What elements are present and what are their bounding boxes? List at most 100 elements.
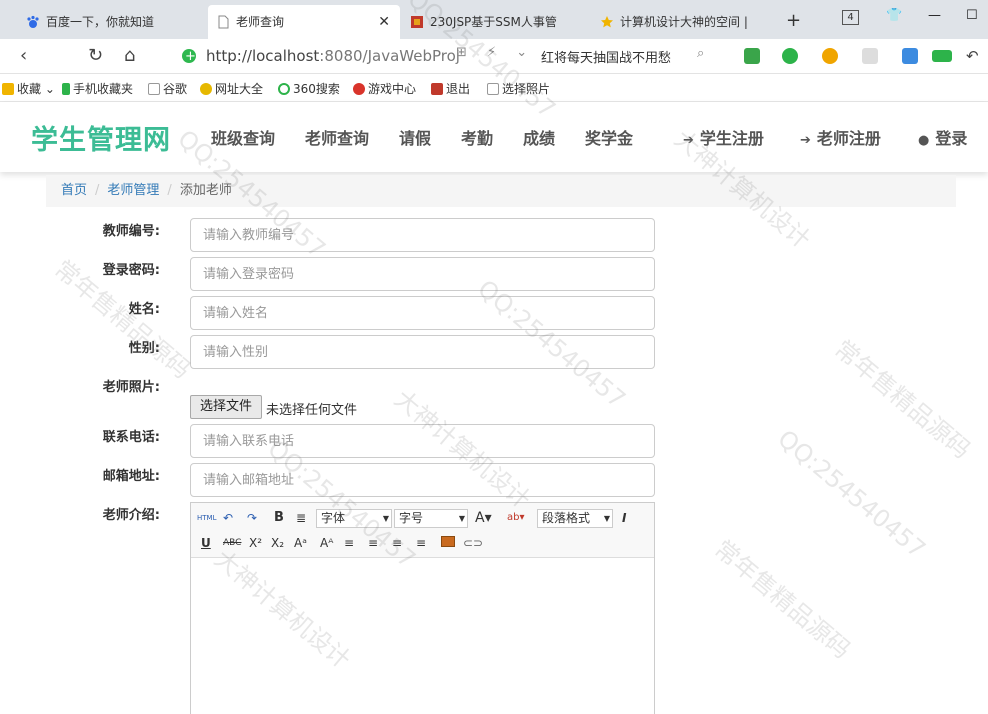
breadcrumb-section[interactable]: 老师管理 — [107, 183, 159, 198]
minimize-icon[interactable]: — — [928, 8, 941, 23]
bookmark-games[interactable]: 游戏中心 — [353, 80, 416, 97]
font-family-select[interactable]: 字体 ▼ — [316, 509, 392, 528]
reload-icon[interactable]: ↻ — [88, 45, 103, 66]
password-input[interactable] — [190, 257, 655, 291]
translate-icon[interactable] — [782, 48, 798, 64]
strikethrough-icon[interactable]: ABC — [223, 534, 241, 552]
file-status: 未选择任何文件 — [266, 403, 358, 418]
italic-icon[interactable]: I — [622, 509, 626, 527]
phone-icon — [62, 83, 70, 95]
bookmark-360[interactable]: 360搜索 — [278, 80, 340, 97]
watermark: 常年售精品源码 — [829, 334, 976, 465]
nav-teacher-query[interactable]: 老师查询 — [305, 125, 369, 149]
tab-count[interactable]: 4 — [842, 10, 859, 25]
watermark: 常年售精品源码 — [709, 534, 856, 665]
tab-label: 计算机设计大神的空间 | — [620, 15, 748, 29]
nav-student-register[interactable]: ➔ 学生注册 — [683, 125, 764, 149]
align-right-icon[interactable]: ≡ — [392, 534, 402, 552]
breadcrumb-home[interactable]: 首页 — [61, 183, 87, 198]
search-icon[interactable]: ⌕ — [697, 46, 704, 61]
insert-image-icon[interactable] — [441, 536, 455, 547]
home-icon[interactable]: ⌂ — [124, 45, 135, 66]
nav-attendance[interactable]: 考勤 — [461, 125, 493, 149]
align-center-icon[interactable]: ≡ — [368, 534, 378, 552]
url-tools-icon[interactable]: ⊞ ⚡ ⌄ — [456, 45, 535, 60]
page-icon — [218, 15, 229, 29]
search-box[interactable]: 红将每天抽国战不用愁 — [541, 47, 671, 66]
undo-icon[interactable]: ↶ — [966, 47, 979, 65]
watermark: QQ:254540457 — [772, 424, 931, 564]
email-input[interactable] — [190, 463, 655, 497]
nav-class-query[interactable]: 班级查询 — [211, 125, 275, 149]
coupon-icon[interactable] — [822, 48, 838, 64]
dropdown-arrow-icon: ▼ — [382, 514, 389, 523]
game-center-icon — [353, 83, 365, 95]
password-label: 登录密码: — [102, 263, 160, 278]
bookmark-exit[interactable]: 退出 — [431, 80, 470, 97]
bookmark-favorites[interactable]: 收藏 ⌄ — [2, 80, 55, 97]
close-tab-icon[interactable]: ✕ — [378, 5, 390, 39]
360-icon — [278, 83, 290, 95]
editor-content-area[interactable] — [191, 559, 654, 714]
name-input[interactable] — [190, 296, 655, 330]
nav-login[interactable]: ● 登录 — [918, 125, 967, 149]
scissors-icon[interactable] — [744, 48, 760, 64]
underline-icon[interactable]: U — [201, 534, 211, 552]
tab-space[interactable]: 计算机设计大神的空间 | — [592, 5, 778, 39]
url-path: :8080/JavaWebProj — [319, 47, 460, 65]
tab-ssm[interactable]: 230JSP基于SSM人事管 — [402, 5, 588, 39]
superscript-icon[interactable]: X² — [249, 534, 262, 552]
bookmark-google[interactable]: 谷歌 — [148, 80, 187, 97]
game-icon[interactable] — [862, 48, 878, 64]
align-justify-icon[interactable]: ≡ — [416, 534, 426, 552]
choose-file-button[interactable]: 选择文件 — [190, 395, 262, 419]
bookmark-sites[interactable]: 网址大全 — [200, 80, 263, 97]
breadcrumb-current: 添加老师 — [179, 183, 232, 198]
new-tab-icon[interactable]: + — [786, 10, 801, 31]
clear-format-icon[interactable]: ≣ — [296, 509, 306, 527]
tab-label: 百度一下，你就知道 — [46, 15, 155, 29]
maximize-icon[interactable]: ☐ — [966, 8, 978, 23]
breadcrumb-separator: / — [167, 183, 172, 198]
site-favicon-icon — [411, 16, 423, 28]
nav-grades[interactable]: 成绩 — [523, 125, 555, 149]
insert-link-icon[interactable]: ⊂⊃ — [463, 534, 483, 552]
font-size-select[interactable]: 字号 ▼ — [394, 509, 468, 528]
editor-toolbar: HTML ↶ ↷ B ≣ 字体 ▼ 字号 ▼ A▾ ab▾ 段落格式 ▼ I U AB… — [191, 503, 654, 558]
undo-icon[interactable]: ↶ — [223, 509, 233, 527]
site-logo[interactable]: 学生管理网 — [31, 118, 171, 157]
tab-teacher-query[interactable]: 老师查询 ✕ — [208, 5, 400, 39]
paragraph-format-select[interactable]: 段落格式 ▼ — [537, 509, 613, 528]
bookmarks-bar: 收藏 ⌄ 手机收藏夹 谷歌 网址大全 360搜索 游戏中心 退出 选择照片 — [0, 74, 988, 102]
font-size-down-icon[interactable]: Aᵃ — [294, 534, 307, 552]
breadcrumb-separator: / — [95, 183, 100, 198]
nav-scholarship[interactable]: 奖学金 — [585, 125, 633, 149]
apps-icon[interactable] — [902, 48, 918, 64]
highlight-icon[interactable]: ab▾ — [507, 509, 525, 527]
teacher-id-input[interactable] — [190, 218, 655, 252]
redo-icon[interactable]: ↷ — [247, 509, 257, 527]
shirt-icon[interactable]: 👕 — [886, 8, 902, 23]
star-icon — [2, 83, 14, 95]
nav-leave[interactable]: 请假 — [399, 125, 431, 149]
font-size-up-icon[interactable]: Aᴬ — [320, 534, 333, 552]
bookmark-photo[interactable]: 选择照片 — [487, 80, 550, 97]
site-favicon-icon — [431, 83, 443, 95]
phone-input[interactable] — [190, 424, 655, 458]
bold-icon[interactable]: B — [274, 509, 284, 527]
html-source-button[interactable]: HTML — [197, 509, 216, 527]
url-host: http://localhost — [206, 47, 320, 65]
page-icon — [487, 83, 499, 95]
align-left-icon[interactable]: ≡ — [344, 534, 354, 552]
sign-in-icon: ➔ — [800, 133, 811, 148]
font-color-icon[interactable]: A▾ — [475, 509, 492, 527]
subscript-icon[interactable]: X₂ — [271, 534, 284, 552]
teacher-id-label: 教师编号: — [102, 224, 160, 239]
bookmark-mobile[interactable]: 手机收藏夹 — [62, 80, 133, 97]
back-icon[interactable]: ‹ — [20, 45, 27, 66]
nav-teacher-register[interactable]: ➔ 老师注册 — [800, 125, 881, 149]
gender-input[interactable] — [190, 335, 655, 369]
battery-icon[interactable] — [932, 50, 952, 62]
globe-icon — [200, 83, 212, 95]
tab-baidu[interactable]: 百度一下，你就知道 — [18, 5, 204, 39]
